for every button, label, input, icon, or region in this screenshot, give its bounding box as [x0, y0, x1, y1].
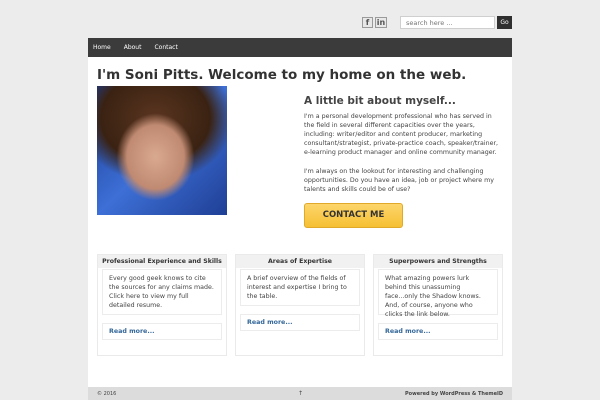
column-heading: Professional Experience and Skills: [98, 255, 226, 268]
column-text: Every good geek knows to cite the source…: [109, 275, 214, 309]
footer: © 2016 ↑ Powered by WordPress & ThemeID: [88, 387, 512, 400]
column-text: A brief overview of the fields of intere…: [247, 275, 347, 300]
social-links: f in: [362, 17, 387, 28]
main-content: I'm Soni Pitts. Welcome to my home on th…: [88, 57, 512, 387]
about-heading: A little bit about myself...: [304, 95, 456, 107]
linkedin-icon[interactable]: in: [375, 17, 387, 28]
contact-me-button[interactable]: CONTACT ME: [304, 203, 403, 228]
read-more-link[interactable]: Read more...: [241, 315, 359, 326]
column-heading: Areas of Expertise: [236, 255, 364, 268]
read-more-box: Read more...: [102, 323, 222, 340]
column-heading: Superpowers and Strengths: [374, 255, 502, 268]
nav-item-home[interactable]: Home: [93, 44, 111, 51]
footer-copyright: © 2016: [97, 391, 117, 397]
column-text-box: A brief overview of the fields of intere…: [240, 269, 360, 306]
facebook-icon[interactable]: f: [362, 17, 373, 28]
nav-item-contact[interactable]: Contact: [154, 44, 177, 51]
profile-photo: [97, 86, 227, 215]
about-paragraph-2: I'm always on the lookout for interestin…: [304, 168, 495, 194]
column-expertise: Areas of Expertise A brief overview of t…: [235, 254, 365, 356]
column-text-box: Every good geek knows to cite the source…: [102, 269, 222, 315]
back-to-top-icon[interactable]: ↑: [298, 390, 303, 397]
read-more-box: Read more...: [378, 323, 498, 340]
about-paragraph-1: I'm a personal development professional …: [304, 113, 499, 157]
main-nav: Home About Contact: [88, 38, 512, 57]
column-text: What amazing powers lurk behind this una…: [385, 275, 481, 318]
column-superpowers: Superpowers and Strengths What amazing p…: [373, 254, 503, 356]
search-go-button[interactable]: Go: [497, 16, 512, 29]
column-text-box: What amazing powers lurk behind this una…: [378, 269, 498, 318]
search-input[interactable]: [400, 16, 495, 29]
read-more-box: Read more...: [240, 314, 360, 331]
page-title: I'm Soni Pitts. Welcome to my home on th…: [97, 67, 467, 83]
read-more-link[interactable]: Read more...: [103, 324, 221, 335]
read-more-link[interactable]: Read more...: [379, 324, 497, 335]
footer-credit[interactable]: Powered by WordPress & ThemeID: [405, 391, 503, 397]
nav-item-about[interactable]: About: [124, 44, 142, 51]
column-experience: Professional Experience and Skills Every…: [97, 254, 227, 356]
